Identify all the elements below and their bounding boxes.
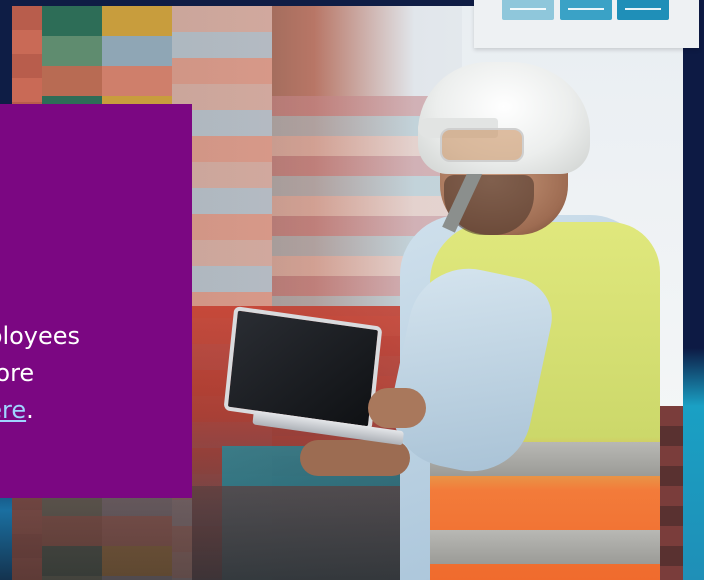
right-background-strip: [683, 0, 704, 580]
promo-card: nployees more here.: [0, 104, 192, 498]
promo-line-2: more: [0, 359, 35, 387]
promo-link[interactable]: here: [0, 396, 26, 424]
view-button-2[interactable]: [560, 0, 612, 20]
laptop-screen: [223, 306, 383, 431]
view-toggle-widget: [474, 0, 699, 48]
bar-line-icon: [510, 8, 546, 10]
promo-line-1: nployees: [0, 322, 81, 350]
reflective-stripe: [430, 530, 660, 564]
promo-link-suffix: .: [26, 396, 34, 424]
bar-line-icon: [568, 8, 604, 10]
safety-goggles: [440, 128, 524, 162]
laptop: [222, 306, 405, 452]
view-button-1[interactable]: [502, 0, 554, 20]
promo-line-3: here.: [0, 392, 192, 429]
promo-text: nployees more here.: [0, 318, 192, 429]
view-button-3[interactable]: [617, 0, 669, 20]
worker-hand: [368, 388, 426, 428]
bar-line-icon: [625, 8, 661, 10]
